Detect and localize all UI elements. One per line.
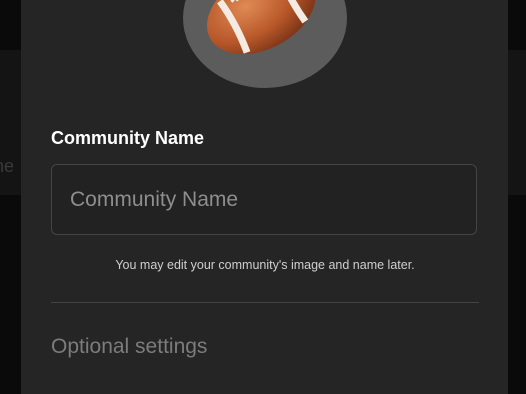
community-name-label: Community Name (51, 128, 205, 148)
backdrop-partial-text: ne (0, 156, 15, 176)
community-avatar-button[interactable] (183, 0, 347, 88)
football-icon (207, 0, 316, 55)
optional-settings-toggle[interactable]: Optional settings (51, 335, 207, 359)
edit-later-hint: You may edit your community's image and … (115, 258, 415, 272)
create-community-modal: Community Name You may edit your communi… (21, 0, 508, 394)
divider (51, 302, 479, 303)
community-name-input[interactable] (51, 164, 477, 235)
